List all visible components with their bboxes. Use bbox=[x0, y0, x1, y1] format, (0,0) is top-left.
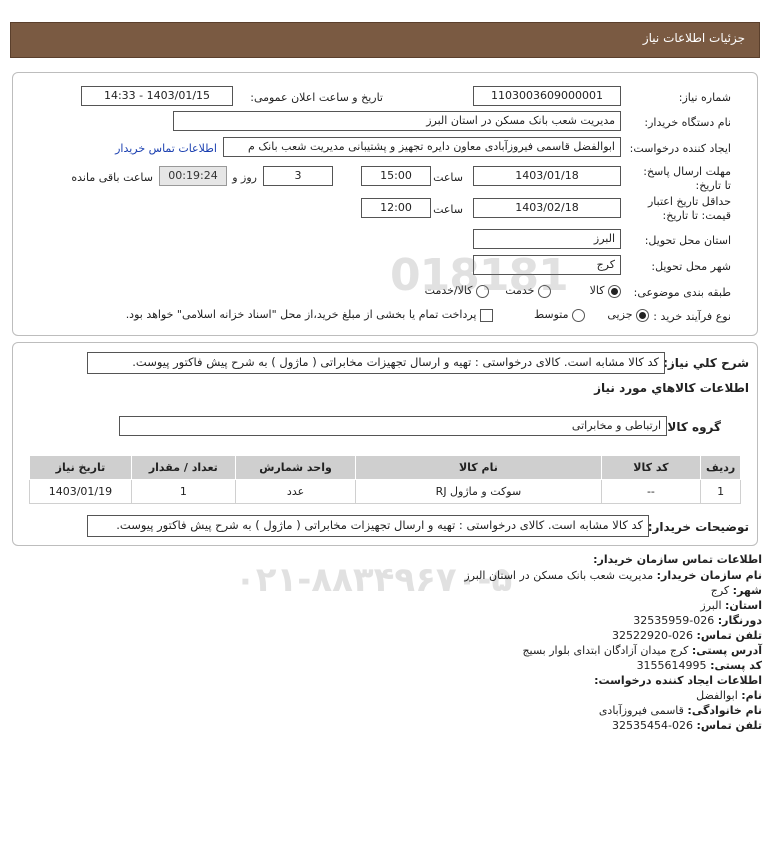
creator-family-row: نام خانوادگی: قاسمی فیروزآبادی bbox=[598, 704, 762, 717]
creator-field: ابوالفضل قاسمی فیروزآبادی معاون دایره تج… bbox=[223, 137, 621, 157]
cell-qty: 1 bbox=[130, 479, 236, 504]
radio-medium-icon[interactable] bbox=[572, 308, 585, 322]
reply-time-field: 15:00 bbox=[361, 166, 431, 186]
need-number-field: 1103003609000001 bbox=[473, 86, 621, 106]
col-qty: تعداد / مقدار bbox=[130, 455, 236, 480]
cell-unit: عدد bbox=[234, 479, 357, 504]
checkbox-icon[interactable] bbox=[480, 308, 493, 322]
category-option-goods-service[interactable]: کالا/خدمت bbox=[425, 284, 489, 298]
category-label: طبقه بندی موضوعی: bbox=[633, 286, 731, 299]
col-code: کد کالا bbox=[600, 455, 702, 480]
contact-fax-row: دورنگار: 026-32535959 bbox=[633, 614, 762, 627]
creator-phone-row: تلفن تماس: 026-32535454 bbox=[612, 719, 762, 732]
announce-label: تاریخ و ساعت اعلان عمومی: bbox=[250, 91, 383, 104]
days-label: روز و bbox=[232, 171, 257, 184]
radio-service-icon[interactable] bbox=[538, 284, 551, 298]
goods-table-header: ردیف کد کالا نام کالا واحد شمارش تعداد /… bbox=[29, 455, 741, 480]
contact-province-row: استان: البرز bbox=[700, 599, 762, 612]
cell-name: سوکت و ماژول RJ bbox=[355, 479, 602, 504]
city-label: شهر محل تحویل: bbox=[651, 260, 731, 273]
contact-phone-row: تلفن تماس: 026-32522920 bbox=[612, 629, 762, 642]
goods-table: ردیف کد کالا نام کالا واحد شمارش تعداد /… bbox=[29, 455, 741, 504]
buyer-org-label: نام دستگاه خریدار: bbox=[644, 116, 731, 129]
col-unit: واحد شمارش bbox=[234, 455, 357, 480]
validity-time-field: 12:00 bbox=[361, 198, 431, 218]
description-label: شرح کلي نياز: bbox=[663, 356, 749, 370]
category-option-goods[interactable]: کالا bbox=[590, 284, 621, 298]
announce-field: 1403/01/15 - 14:33 bbox=[81, 86, 233, 106]
reply-deadline-label: مهلت ارسال پاسخ: تا تاریخ: bbox=[643, 165, 731, 192]
validity-date-field: 1403/02/18 bbox=[473, 198, 621, 218]
cell-row: 1 bbox=[700, 479, 741, 504]
province-label: استان محل تحویل: bbox=[644, 234, 731, 247]
radio-goods-icon[interactable] bbox=[608, 284, 621, 298]
days-field: 3 bbox=[263, 166, 333, 186]
page-title: جزئیات اطلاعات نیاز bbox=[642, 31, 745, 45]
creator-label: ایجاد کننده درخواست: bbox=[629, 142, 731, 155]
reply-date-field: 1403/01/18 bbox=[473, 166, 621, 186]
contact-org-row: نام سازمان خریدار: مدیریت شعب بانک مسکن … bbox=[464, 569, 762, 582]
buyer-contact-link[interactable]: اطلاعات تماس خریدار bbox=[115, 142, 217, 155]
contact-city-row: شهر: کرج bbox=[710, 584, 762, 597]
buyer-org-field: مدیریت شعب بانک مسکن در استان البرز bbox=[173, 111, 621, 131]
general-info-panel: شرح کلي نياز: کد کالا مشابه است. کالای د… bbox=[12, 342, 758, 546]
remaining-time-label: ساعت باقی مانده bbox=[71, 171, 153, 184]
radio-goods-service-icon[interactable] bbox=[476, 284, 489, 298]
goods-group-field: ارتباطی و مخابراتی bbox=[119, 416, 667, 436]
goods-group-label: گروه کالا: bbox=[662, 420, 721, 434]
category-option-service[interactable]: خدمت bbox=[505, 284, 551, 298]
validity-time-label: ساعت bbox=[433, 203, 463, 216]
process-option-minor[interactable]: جزیی bbox=[607, 308, 649, 322]
payment-option[interactable]: پرداخت تمام یا بخشی از مبلغ خرید،از محل … bbox=[126, 308, 493, 322]
contact-postal-row: کد پستی: 3155614995 bbox=[636, 659, 762, 672]
contact-address-row: آدرس پستی: کرج میدان آزادگان ابتدای بلوا… bbox=[522, 644, 762, 657]
need-info-panel: شماره نیاز: 1103003609000001 تاریخ و ساع… bbox=[12, 72, 758, 336]
buyer-notes-field: کد کالا مشابه است. کالای درخواستی : تهیه… bbox=[87, 515, 649, 537]
reply-time-label: ساعت bbox=[433, 171, 463, 184]
table-row: 1 -- سوکت و ماژول RJ عدد 1 1403/01/19 bbox=[29, 479, 741, 504]
buyer-notes-label: توضیحات خریدار: bbox=[647, 520, 749, 534]
cell-date: 1403/01/19 bbox=[29, 479, 132, 504]
need-number-label: شماره نیاز: bbox=[678, 91, 731, 104]
province-field: البرز bbox=[473, 229, 621, 249]
creator-info-title: اطلاعات ایجاد کننده درخواست: bbox=[594, 674, 762, 687]
process-option-medium[interactable]: متوسط bbox=[534, 308, 585, 322]
col-date: تاریخ نیاز bbox=[29, 455, 132, 480]
creator-name-row: نام: ابوالفضل bbox=[696, 689, 762, 702]
remaining-time-field: 00:19:24 bbox=[159, 166, 227, 186]
cell-code: -- bbox=[600, 479, 702, 504]
goods-info-title: اطلاعات کالاهاي مورد نياز bbox=[594, 381, 749, 395]
city-field: کرج bbox=[473, 255, 621, 275]
page-header: جزئیات اطلاعات نیاز bbox=[10, 22, 760, 58]
col-row: ردیف bbox=[700, 455, 741, 480]
description-field: کد کالا مشابه است. کالای درخواستی : تهیه… bbox=[87, 352, 665, 374]
validity-label: حداقل تاریخ اعتبار قیمت: تا تاریخ: bbox=[647, 195, 731, 222]
process-label: نوع فرآیند خرید : bbox=[653, 310, 731, 323]
radio-minor-icon[interactable] bbox=[636, 308, 649, 322]
contact-title: اطلاعات تماس سازمان خریدار: bbox=[593, 553, 762, 566]
col-name: نام کالا bbox=[355, 455, 602, 480]
